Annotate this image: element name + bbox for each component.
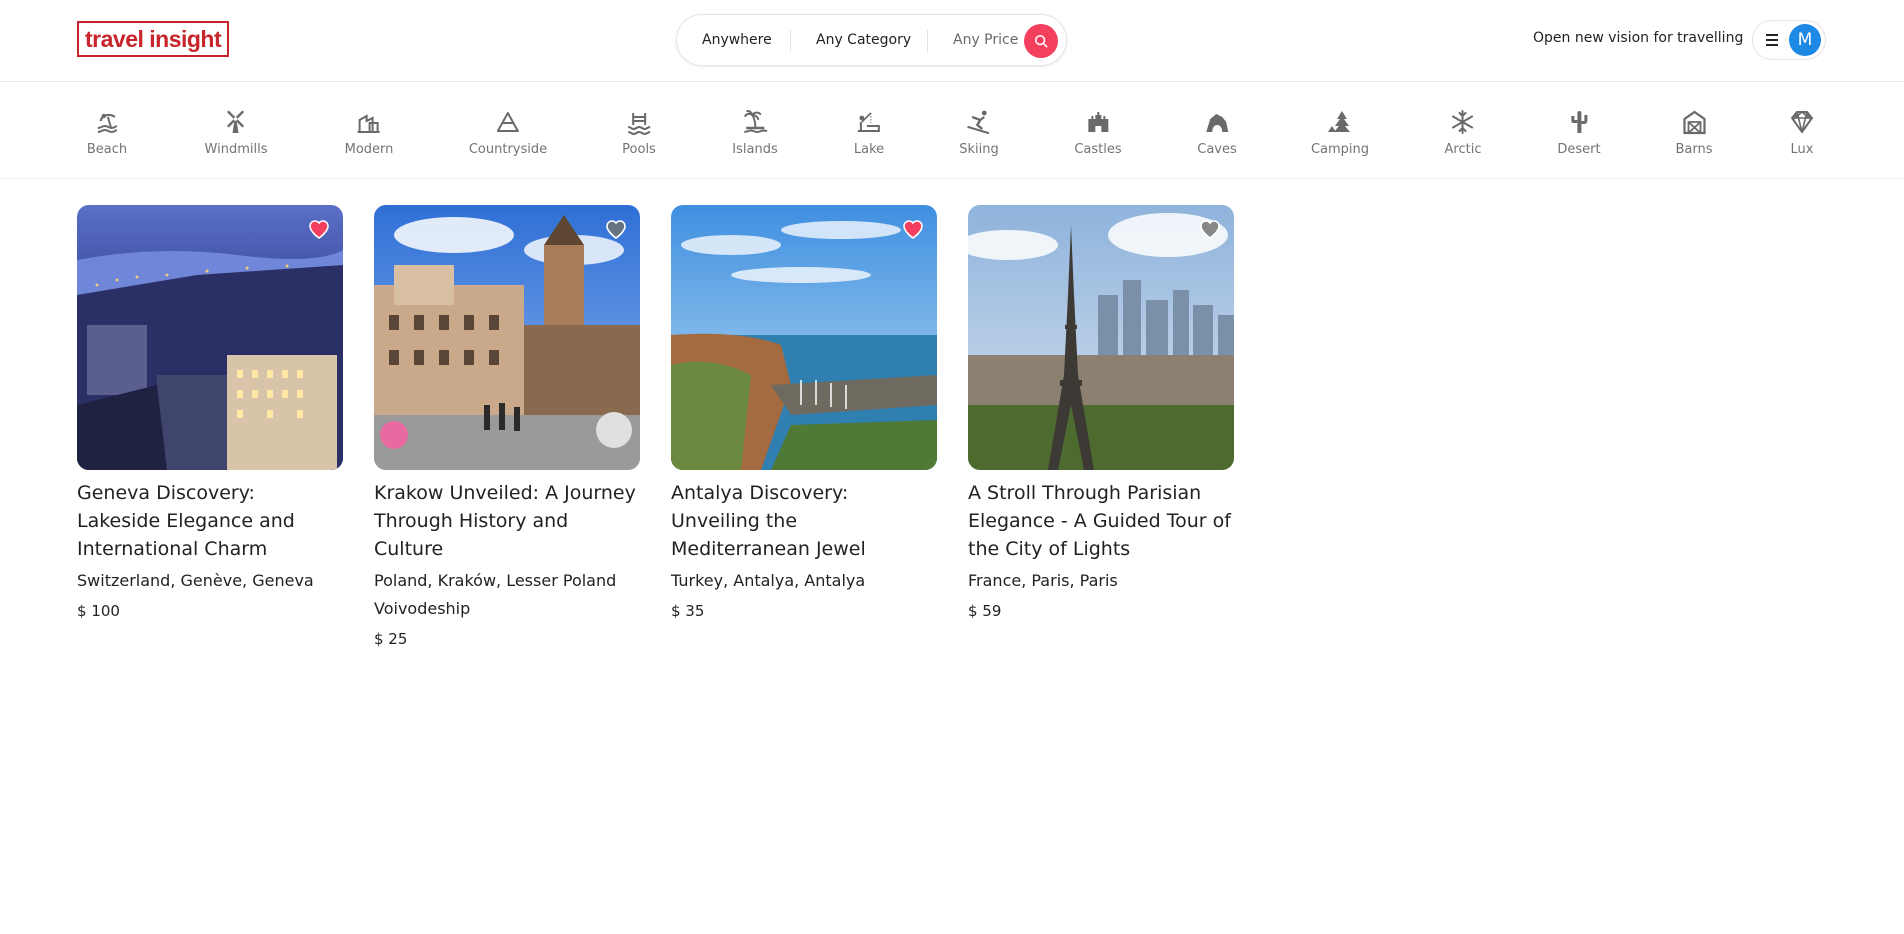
category-label: Islands xyxy=(732,142,778,157)
category-lux[interactable]: Lux xyxy=(1788,108,1816,157)
lake-icon xyxy=(858,112,880,132)
favorite-heart-icon[interactable] xyxy=(901,217,925,239)
top-navbar: travel insight Anywhere Any Category Any… xyxy=(0,0,1904,82)
category-label: Pools xyxy=(622,142,656,157)
menu-icon xyxy=(1766,34,1780,46)
search-divider xyxy=(790,30,791,52)
category-caves[interactable]: Caves xyxy=(1197,108,1237,157)
listing-card[interactable]: A Stroll Through Parisian Elegance - A G… xyxy=(968,205,1234,623)
listing-card[interactable]: Krakow Unveiled: A Journey Through Histo… xyxy=(374,205,640,651)
category-label: Arctic xyxy=(1444,142,1482,157)
listing-price: $ 35 xyxy=(671,602,705,620)
diamond-icon xyxy=(1791,110,1813,133)
paris-photo xyxy=(968,205,1234,470)
krakow-photo xyxy=(374,205,640,470)
category-label: Countryside xyxy=(468,142,548,157)
skiing-icon xyxy=(967,110,989,134)
modern-house-icon xyxy=(358,114,380,133)
search-icon xyxy=(1034,34,1048,48)
antalya-photo xyxy=(671,205,937,470)
island-icon xyxy=(743,110,768,134)
category-modern[interactable]: Modern xyxy=(344,108,394,157)
user-menu-button[interactable]: M xyxy=(1752,20,1826,60)
category-label: Windmills xyxy=(204,142,268,157)
beach-icon xyxy=(97,113,118,134)
listing-price: $ 25 xyxy=(374,630,408,648)
category-label: Caves xyxy=(1197,142,1237,157)
logo[interactable]: travel insight xyxy=(77,21,230,57)
favorite-heart-icon[interactable] xyxy=(1198,217,1222,239)
listing-photo[interactable] xyxy=(374,205,640,470)
listing-location: Turkey, Antalya, Antalya xyxy=(671,571,866,590)
search-button[interactable] xyxy=(1024,24,1058,58)
listing-location: Poland, Kraków, Lesser Poland Voivodeshi… xyxy=(374,571,617,618)
pool-icon xyxy=(627,113,651,136)
category-camping[interactable]: Camping xyxy=(1311,108,1369,157)
listing-location: France, Paris, Paris xyxy=(968,571,1118,590)
castle-icon xyxy=(1087,112,1108,132)
search-price[interactable]: Any Price xyxy=(953,32,1018,48)
listing-title[interactable]: Geneva Discovery: Lakeside Elegance and … xyxy=(77,479,343,563)
camping-icon xyxy=(1328,111,1350,132)
listing-title[interactable]: Krakow Unveiled: A Journey Through Histo… xyxy=(374,479,640,563)
category-castles[interactable]: Castles xyxy=(1074,108,1122,157)
listing-title[interactable]: Antalya Discovery: Unveiling the Mediter… xyxy=(671,479,937,563)
search-bar[interactable]: Anywhere Any Category Any Price xyxy=(676,14,1067,66)
category-lake[interactable]: Lake xyxy=(854,108,884,157)
listing-location: Switzerland, Genève, Geneva xyxy=(77,571,314,590)
tagline-link[interactable]: Open new vision for travelling xyxy=(1533,30,1743,46)
category-skiing[interactable]: Skiing xyxy=(959,108,999,157)
category-label: Castles xyxy=(1074,142,1122,157)
listing-price: $ 100 xyxy=(77,602,120,620)
listing-title[interactable]: A Stroll Through Parisian Elegance - A G… xyxy=(968,479,1234,563)
category-pools[interactable]: Pools xyxy=(622,108,656,157)
barn-icon xyxy=(1682,110,1706,135)
listing-card[interactable]: Antalya Discovery: Unveiling the Mediter… xyxy=(671,205,937,623)
search-category[interactable]: Any Category xyxy=(816,32,911,48)
geneva-photo xyxy=(77,205,343,470)
category-countryside[interactable]: Countryside xyxy=(469,108,547,157)
favorite-heart-icon[interactable] xyxy=(307,217,331,239)
cactus-icon xyxy=(1570,111,1587,133)
mountain-icon xyxy=(497,112,519,132)
category-label: Desert xyxy=(1557,142,1601,157)
snowflake-icon xyxy=(1452,110,1474,134)
category-label: Lux xyxy=(1790,142,1814,157)
category-windmills[interactable]: Windmills xyxy=(204,108,268,157)
category-bar: Beach Windmills Modern Countryside Pools… xyxy=(0,82,1904,179)
category-label: Camping xyxy=(1310,142,1370,157)
category-beach[interactable]: Beach xyxy=(87,108,127,157)
category-label: Modern xyxy=(344,142,394,157)
search-divider xyxy=(927,30,928,52)
windmill-icon xyxy=(227,110,245,133)
search-location[interactable]: Anywhere xyxy=(702,32,772,48)
listing-photo[interactable] xyxy=(968,205,1234,470)
cave-icon xyxy=(1205,114,1228,132)
category-label: Lake xyxy=(853,142,885,157)
category-desert[interactable]: Desert xyxy=(1557,108,1601,157)
category-arctic[interactable]: Arctic xyxy=(1444,108,1482,157)
avatar: M xyxy=(1789,24,1821,56)
category-barns[interactable]: Barns xyxy=(1675,108,1713,157)
category-label: Beach xyxy=(86,142,128,157)
category-islands[interactable]: Islands xyxy=(732,108,778,157)
favorite-heart-icon[interactable] xyxy=(604,217,628,239)
category-label: Barns xyxy=(1675,142,1713,157)
category-label: Skiing xyxy=(959,142,999,157)
listing-photo[interactable] xyxy=(671,205,937,470)
listing-photo[interactable] xyxy=(77,205,343,470)
listing-card[interactable]: Geneva Discovery: Lakeside Elegance and … xyxy=(77,205,343,623)
listing-price: $ 59 xyxy=(968,602,1002,620)
